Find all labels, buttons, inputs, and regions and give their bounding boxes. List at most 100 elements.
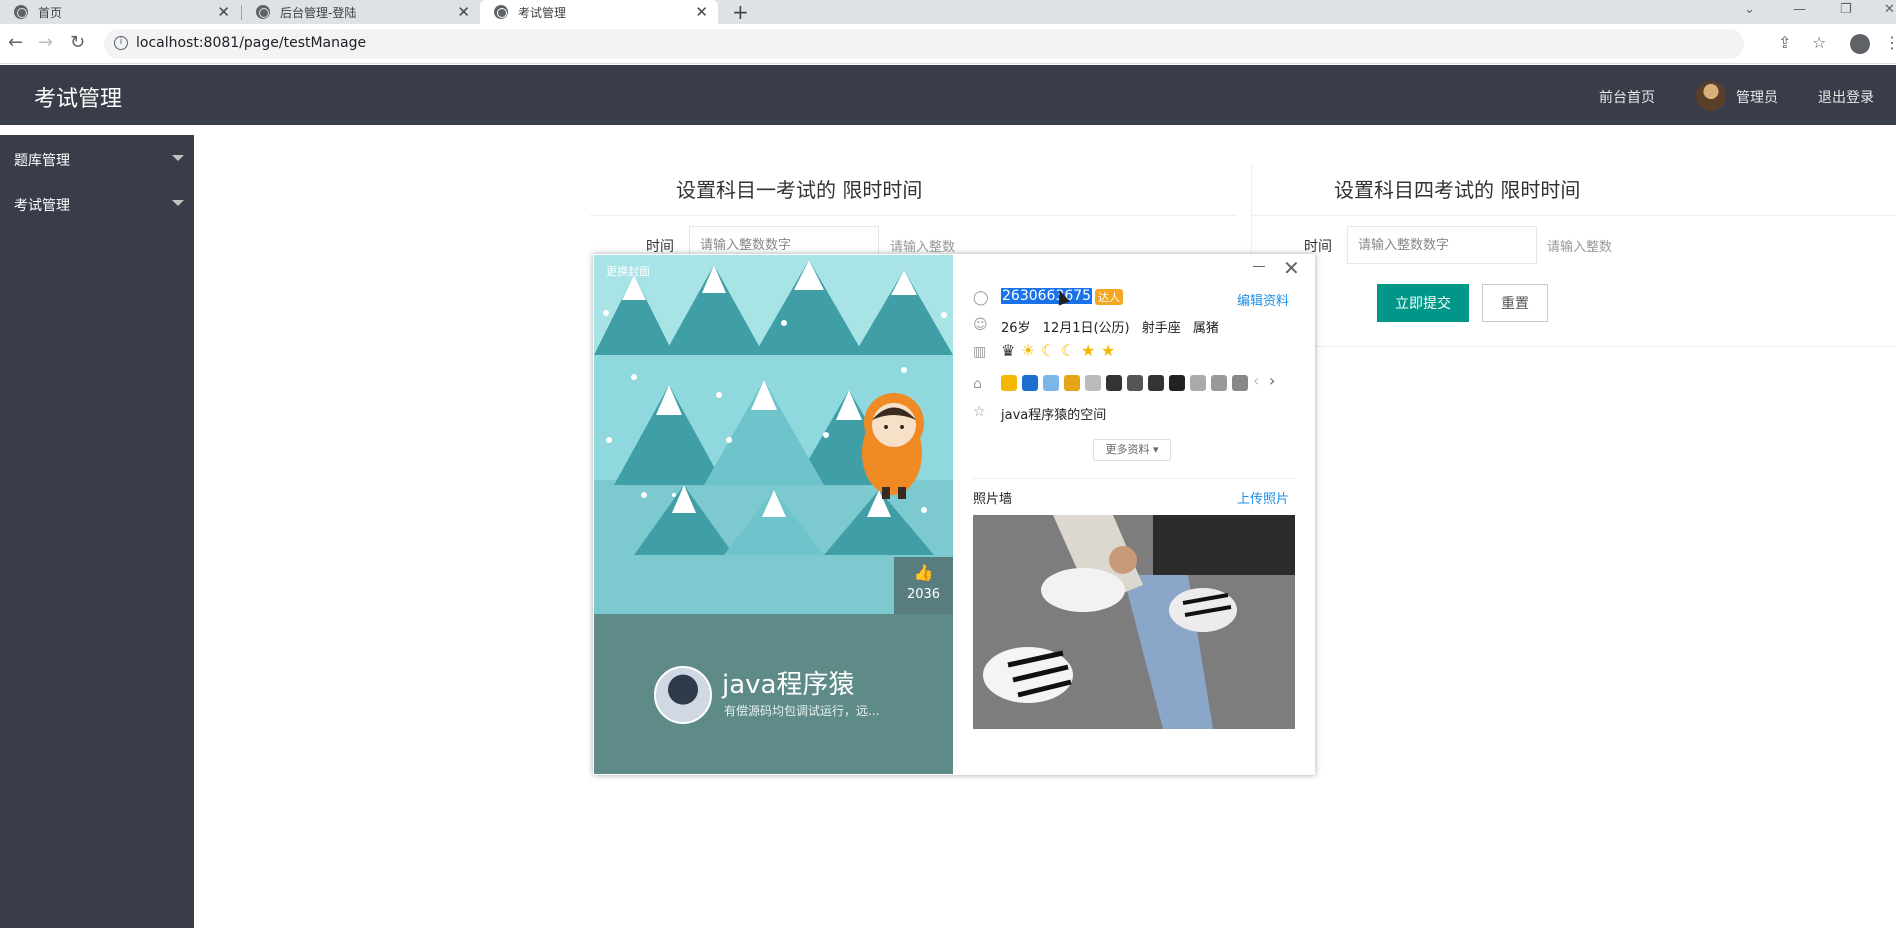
heart-badge-icon[interactable]: [1127, 375, 1143, 391]
thumbs-up-icon: 👍: [913, 563, 934, 582]
sneakers-photo: [973, 515, 1295, 729]
signature: 有偿源码均包调试运行，远...: [724, 704, 880, 718]
divider: [1252, 215, 1896, 216]
crown-badge-icon[interactable]: [1169, 375, 1185, 391]
tab-label: 首页: [38, 5, 63, 20]
window-close-icon[interactable]: ✕: [1884, 0, 1895, 20]
more-info-button[interactable]: 更多资料 ▾: [1093, 439, 1171, 461]
divider: [590, 215, 1236, 216]
info-icon[interactable]: i: [114, 36, 128, 50]
browser-tab-exam[interactable]: 考试管理 ✕: [480, 0, 718, 24]
avatar[interactable]: [654, 666, 712, 724]
forward-icon[interactable]: →: [38, 33, 53, 53]
profile-details: ✕ ◯ 2630663675 达人 编辑资料 ☺ 26岁 12月1日(公历) 射…: [953, 254, 1315, 775]
diamond-badge-icon[interactable]: [1085, 375, 1101, 391]
globe-icon: [14, 5, 28, 19]
chevron-right-icon[interactable]: ›: [1269, 372, 1275, 390]
upload-photo-link[interactable]: 上传照片: [1237, 488, 1289, 507]
qq-number[interactable]: 2630663675: [1001, 288, 1093, 304]
app-header: 考试管理 前台首页 管理员 退出登录: [0, 65, 1896, 125]
user-menu[interactable]: 管理员: [1736, 87, 1778, 107]
star-icon: ★: [1101, 341, 1116, 360]
photo-wall-image[interactable]: [973, 515, 1295, 729]
nickname: java程序猿: [722, 670, 855, 700]
diamond-badge-icon[interactable]: [1190, 375, 1206, 391]
time-label: 时间: [1304, 239, 1332, 255]
tab-label: 考试管理: [518, 5, 567, 20]
sidebar-item-exam[interactable]: 考试管理: [14, 195, 70, 215]
crown-icon: ♛: [1001, 341, 1016, 360]
qq-profile-card: 更换封面 👍 2036 java程序猿 有偿源码均包调试运行，远... ✕ ◯ …: [593, 254, 1315, 775]
profile-banner: java程序猿 有偿源码均包调试运行，远...: [594, 614, 953, 774]
sidebar-item-question-bank[interactable]: 题库管理: [14, 150, 70, 170]
shield-badge-icon[interactable]: [1022, 375, 1038, 391]
cover-image: 更换封面 👍 2036: [594, 255, 953, 614]
logout-link[interactable]: 退出登录: [1818, 87, 1874, 107]
browser-tabstrip: 首页 ✕ 后台管理-登陆 ✕ 考试管理 ✕ + ⌄ — ❐ ✕: [0, 0, 1896, 24]
restore-icon[interactable]: ❐: [1840, 0, 1852, 20]
edit-profile-link[interactable]: 编辑资料: [1237, 290, 1289, 309]
minimize-icon[interactable]: [1253, 266, 1265, 267]
browser-tab-login[interactable]: 后台管理-登陆 ✕: [242, 0, 480, 24]
profile-info: 26岁 12月1日(公历) 射手座 属猪: [1001, 321, 1219, 336]
minimize-icon[interactable]: —: [1793, 0, 1806, 20]
star-icon: ★: [1081, 341, 1096, 360]
url-text: localhost:8081/page/testManage: [136, 35, 367, 51]
time-input-subject-four[interactable]: [1347, 226, 1537, 264]
vip-badge: 达人: [1095, 289, 1123, 305]
close-icon[interactable]: ✕: [457, 3, 470, 21]
address-bar: ← → ↻ i localhost:8081/page/testManage ⇪…: [0, 24, 1896, 64]
form-title-subject-one: 设置科目一考试的 限时时间: [676, 178, 923, 202]
diamond-badge-icon[interactable]: [1232, 375, 1248, 391]
star-outline-icon: ☆: [973, 404, 986, 420]
star-badge-icon[interactable]: [1001, 375, 1017, 391]
bookmark-star-icon[interactable]: ☆: [1812, 34, 1826, 52]
sun-icon: ☀: [1021, 341, 1036, 360]
home-icon: ⌂: [973, 376, 982, 392]
reload-icon[interactable]: ↻: [70, 33, 85, 53]
reset-button[interactable]: 重置: [1482, 284, 1548, 322]
share-icon[interactable]: ⇪: [1778, 34, 1791, 52]
change-cover-link[interactable]: 更换封面: [606, 263, 650, 279]
like-count: 2036: [906, 587, 941, 602]
photo-wall-title: 照片墙: [973, 492, 1013, 507]
moon-icon: ☾: [1041, 341, 1056, 360]
diamond-badge-icon[interactable]: [1106, 375, 1122, 391]
new-tab-button[interactable]: +: [732, 0, 749, 24]
browser-tab-home[interactable]: 首页 ✕: [0, 0, 240, 24]
input-hint: 请输入整数: [1547, 240, 1613, 255]
caret-down-icon[interactable]: [172, 200, 184, 206]
mail-badge-icon[interactable]: [1043, 375, 1059, 391]
globe-icon: [256, 5, 270, 19]
penguin-icon: ◯: [973, 290, 989, 306]
like-button[interactable]: 👍 2036: [894, 557, 953, 614]
input-hint: 请输入整数: [890, 240, 956, 255]
close-icon[interactable]: ✕: [695, 3, 708, 21]
sidebar: 题库管理 考试管理: [0, 135, 194, 928]
profile-icon[interactable]: [1850, 34, 1870, 54]
menu-icon[interactable]: ⋮: [1884, 34, 1896, 52]
divider: [973, 478, 1295, 479]
close-icon[interactable]: ✕: [217, 3, 230, 21]
url-field[interactable]: i localhost:8081/page/testManage: [104, 29, 1744, 59]
person-icon: ☺: [973, 317, 988, 333]
qzone-link[interactable]: java程序猿的空间: [1001, 404, 1106, 423]
level-icon: ▥: [973, 344, 987, 360]
front-home-link[interactable]: 前台首页: [1599, 87, 1655, 107]
chevron-down-icon[interactable]: ⌄: [1744, 0, 1755, 20]
coin-badge-icon[interactable]: [1064, 375, 1080, 391]
crown-badge-icon[interactable]: [1148, 375, 1164, 391]
form-title-subject-four: 设置科目四考试的 限时时间: [1334, 178, 1581, 202]
diamond-badge-icon[interactable]: [1211, 375, 1227, 391]
avatar[interactable]: [1696, 81, 1726, 111]
page-title: 考试管理: [34, 87, 123, 112]
submit-button[interactable]: 立即提交: [1377, 284, 1469, 322]
chevron-left-icon[interactable]: ‹: [1253, 372, 1259, 390]
divider: [1252, 346, 1896, 347]
globe-icon: [494, 5, 508, 19]
time-label: 时间: [646, 239, 674, 255]
back-icon[interactable]: ←: [8, 33, 23, 53]
close-icon[interactable]: ✕: [1283, 256, 1300, 280]
moon-icon: ☾: [1061, 341, 1076, 360]
caret-down-icon[interactable]: [172, 155, 184, 161]
